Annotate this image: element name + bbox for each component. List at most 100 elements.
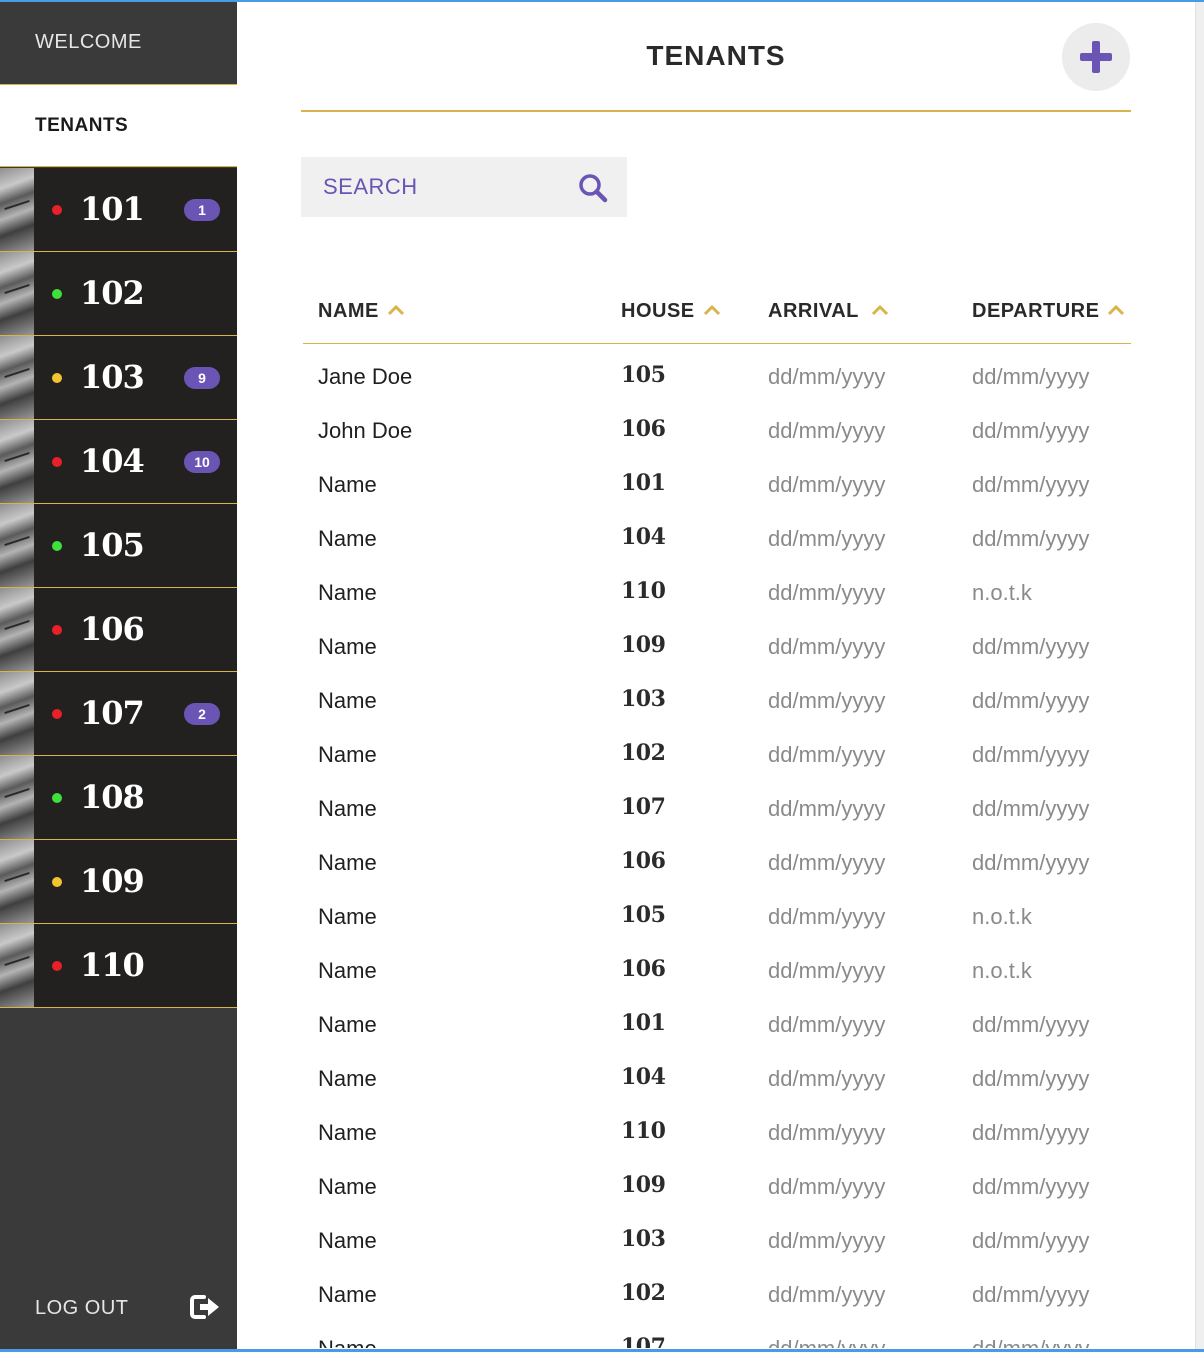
column-header-arrival[interactable]: ARRIVAL <box>768 300 889 323</box>
tenant-departure: dd/mm/yyyy <box>972 688 1090 713</box>
tenant-arrival: dd/mm/yyyy <box>768 634 886 659</box>
tenant-departure: dd/mm/yyyy <box>972 634 1090 659</box>
tenant-house: 101 <box>621 470 666 496</box>
tenant-house: 106 <box>621 416 666 442</box>
tenant-arrival: dd/mm/yyyy <box>768 364 886 389</box>
tenant-name: Name <box>318 688 377 713</box>
chevron-up-icon <box>703 304 720 315</box>
house-thumbnail <box>0 252 34 335</box>
tenant-house: 104 <box>621 1064 666 1090</box>
table-row[interactable]: Name 110 dd/mm/yyyy dd/mm/yyyy <box>0 1106 1195 1160</box>
nav-item-welcome[interactable]: WELCOME <box>0 0 237 85</box>
tenant-house: 107 <box>621 1334 666 1348</box>
tenant-name: Name <box>318 1174 377 1199</box>
tenant-arrival: dd/mm/yyyy <box>768 904 886 929</box>
table-row[interactable]: Name 110 dd/mm/yyyy n.o.t.k <box>0 566 1195 620</box>
table-row[interactable]: Name 104 dd/mm/yyyy dd/mm/yyyy <box>0 512 1195 566</box>
tenant-name: Name <box>318 904 377 929</box>
column-header-departure-label: DEPARTURE <box>972 300 1100 322</box>
table-row[interactable]: Name 107 dd/mm/yyyy dd/mm/yyyy <box>0 782 1195 836</box>
nav-item-tenants[interactable]: TENANTS <box>0 85 237 167</box>
tenant-arrival: dd/mm/yyyy <box>768 796 886 821</box>
nav-item-tenants-label: TENANTS <box>35 115 129 136</box>
table-row[interactable]: Name 103 dd/mm/yyyy dd/mm/yyyy <box>0 674 1195 728</box>
status-dot-icon <box>52 205 62 215</box>
table-row[interactable]: Name 107 dd/mm/yyyy dd/mm/yyyy <box>0 1322 1195 1348</box>
tenant-name: Name <box>318 850 377 875</box>
column-header-name[interactable]: NAME <box>318 300 405 323</box>
tenant-departure: dd/mm/yyyy <box>972 418 1090 443</box>
tenant-name: Jane Doe <box>318 364 413 389</box>
table-row[interactable]: Name 101 dd/mm/yyyy dd/mm/yyyy <box>0 458 1195 512</box>
notification-badge: 1 <box>184 199 220 221</box>
search-input[interactable] <box>323 173 563 201</box>
tenant-name: Name <box>318 796 377 821</box>
tenant-departure: n.o.t.k <box>972 580 1032 605</box>
tenant-house: 106 <box>621 956 666 982</box>
tenant-departure: dd/mm/yyyy <box>972 850 1090 875</box>
tenant-house: 102 <box>621 740 666 766</box>
table-row[interactable]: Name 109 dd/mm/yyyy dd/mm/yyyy <box>0 1160 1195 1214</box>
tenant-departure: dd/mm/yyyy <box>972 742 1090 767</box>
window-top-border <box>0 0 1204 2</box>
table-row[interactable]: Name 106 dd/mm/yyyy n.o.t.k <box>0 944 1195 998</box>
house-item[interactable]: 101 1 <box>0 168 237 252</box>
table-row[interactable]: Name 109 dd/mm/yyyy dd/mm/yyyy <box>0 620 1195 674</box>
column-header-name-label: NAME <box>318 300 379 322</box>
column-header-departure[interactable]: DEPARTURE <box>972 300 1125 323</box>
column-header-arrival-label: ARRIVAL <box>768 300 859 322</box>
add-tenant-button[interactable] <box>1062 23 1130 91</box>
tenant-house: 109 <box>621 1172 666 1198</box>
chevron-up-icon <box>387 304 404 315</box>
tenant-house: 103 <box>621 686 666 712</box>
house-number: 102 <box>80 274 145 312</box>
tenant-departure: dd/mm/yyyy <box>972 1066 1090 1091</box>
table-row[interactable]: Name 102 dd/mm/yyyy dd/mm/yyyy <box>0 728 1195 782</box>
table-row[interactable]: Name 104 dd/mm/yyyy dd/mm/yyyy <box>0 1052 1195 1106</box>
chevron-up-icon <box>1108 304 1125 315</box>
table-row[interactable]: Name 102 dd/mm/yyyy dd/mm/yyyy <box>0 1268 1195 1322</box>
plus-icon <box>1080 41 1112 73</box>
house-thumbnail <box>0 168 34 251</box>
house-item[interactable]: 102 <box>0 252 237 336</box>
tenant-arrival: dd/mm/yyyy <box>768 688 886 713</box>
tenant-house: 106 <box>621 848 666 874</box>
table-row[interactable]: Name 106 dd/mm/yyyy dd/mm/yyyy <box>0 836 1195 890</box>
tenant-name: Name <box>318 1120 377 1145</box>
tenant-arrival: dd/mm/yyyy <box>768 850 886 875</box>
tenant-arrival: dd/mm/yyyy <box>768 1120 886 1145</box>
tenant-arrival: dd/mm/yyyy <box>768 526 886 551</box>
tenant-name: Name <box>318 472 377 497</box>
tenant-house: 105 <box>621 362 666 388</box>
tenant-house: 102 <box>621 1280 666 1306</box>
tenant-house: 107 <box>621 794 666 820</box>
tenant-arrival: dd/mm/yyyy <box>768 1228 886 1253</box>
tenant-departure: dd/mm/yyyy <box>972 1174 1090 1199</box>
tenant-departure: n.o.t.k <box>972 904 1032 929</box>
tenant-arrival: dd/mm/yyyy <box>768 1012 886 1037</box>
tenant-house: 101 <box>621 1010 666 1036</box>
tenant-arrival: dd/mm/yyyy <box>768 580 886 605</box>
table-header-divider <box>303 343 1131 344</box>
tenant-name: Name <box>318 1228 377 1253</box>
tenant-name: Name <box>318 1012 377 1037</box>
tenant-name: Name <box>318 634 377 659</box>
scrollbar-track[interactable] <box>1195 0 1204 1352</box>
chevron-up-icon <box>871 304 888 315</box>
column-header-house[interactable]: HOUSE <box>621 300 721 323</box>
tenant-departure: dd/mm/yyyy <box>972 1012 1090 1037</box>
tenant-house: 110 <box>621 578 666 604</box>
search-icon[interactable] <box>577 172 609 204</box>
tenant-arrival: dd/mm/yyyy <box>768 742 886 767</box>
table-row[interactable]: John Doe 106 dd/mm/yyyy dd/mm/yyyy <box>0 404 1195 458</box>
tenant-name: Name <box>318 580 377 605</box>
tenant-house: 109 <box>621 632 666 658</box>
table-row[interactable]: Jane Doe 105 dd/mm/yyyy dd/mm/yyyy <box>0 350 1195 404</box>
tenant-departure: dd/mm/yyyy <box>972 1282 1090 1307</box>
tenant-departure: dd/mm/yyyy <box>972 796 1090 821</box>
tenants-table-body: Jane Doe 105 dd/mm/yyyy dd/mm/yyyy John Doe 1… <box>0 350 1195 1348</box>
table-row[interactable]: Name 105 dd/mm/yyyy n.o.t.k <box>0 890 1195 944</box>
tenant-departure: n.o.t.k <box>972 958 1032 983</box>
table-row[interactable]: Name 101 dd/mm/yyyy dd/mm/yyyy <box>0 998 1195 1052</box>
table-row[interactable]: Name 103 dd/mm/yyyy dd/mm/yyyy <box>0 1214 1195 1268</box>
